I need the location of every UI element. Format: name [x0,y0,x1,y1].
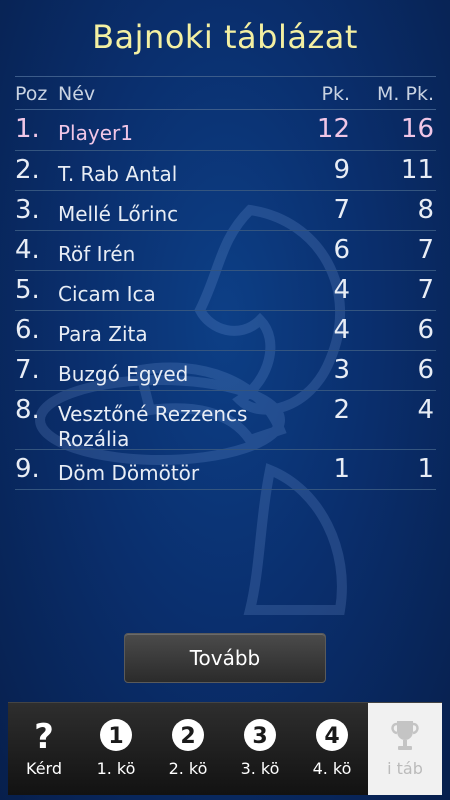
row-name: T. Rab Antal [58,162,178,186]
row-match-points: 1 [417,454,434,484]
table-row: 4. Röf Irén 6 7 [15,231,436,271]
row-points: 1 [333,454,350,484]
row-match-points: 11 [400,155,434,185]
row-position: 5. [15,275,40,305]
tab-round-4[interactable]: 4 4. kö [296,703,368,795]
table-row: 8. Vesztőné Rezzencs Rozália 2 4 [15,391,436,451]
round-1-icon: 1 [100,719,132,751]
row-points: 4 [333,275,350,305]
table-row: 2. T. Rab Antal 9 11 [15,151,436,191]
row-position: 3. [15,195,40,225]
row-position: 2. [15,155,40,185]
row-name: Cicam Ica [58,282,156,306]
row-match-points: 8 [417,195,434,225]
tab-questions[interactable]: ? Kérd [8,703,80,795]
round-4-icon: 4 [316,719,348,751]
header-match-points: M. Pk. [377,83,434,105]
trophy-icon [391,721,419,750]
tab-round-1[interactable]: 1 1. kö [80,703,152,795]
row-points: 3 [333,355,350,385]
question-icon: ? [34,717,54,753]
tab-round-2[interactable]: 2 2. kö [152,703,224,795]
header-position: Poz [15,83,48,105]
tab-standings[interactable]: i táb [368,703,442,795]
table-row: 5. Cicam Ica 4 7 [15,271,436,311]
row-points: 2 [333,395,350,425]
table-row: 6. Para Zita 4 6 [15,311,436,351]
row-name: Mellé Lőrinc [58,202,179,226]
svg-text:3: 3 [252,724,267,749]
row-match-points: 7 [417,235,434,265]
row-position: 7. [15,355,40,385]
svg-text:1: 1 [108,724,123,749]
row-points: 7 [333,195,350,225]
tab-label: Kérd [26,759,62,778]
row-position: 1. [15,114,40,144]
round-3-icon: 3 [244,719,276,751]
continue-button[interactable]: Tovább [124,633,326,683]
row-match-points: 6 [417,355,434,385]
svg-text:?: ? [34,717,54,753]
bottom-tab-bar: ? Kérd 1 1. kö 2 2. kö 3 3. kö 4 4. kö i… [8,702,442,795]
row-name: Vesztőné Rezzencs Rozália [58,402,248,451]
table-row: 3. Mellé Lőrinc 7 8 [15,191,436,231]
row-match-points: 7 [417,275,434,305]
row-name: Player1 [58,121,133,145]
tab-label: 2. kö [168,759,208,778]
row-match-points: 16 [400,114,434,144]
row-position: 8. [15,395,40,425]
row-name: Röf Irén [58,242,136,266]
tab-label: i táb [387,759,423,778]
row-name: Para Zita [58,322,148,346]
table-row: 1. Player1 12 16 [15,110,436,151]
round-2-icon: 2 [172,719,204,751]
svg-text:2: 2 [180,724,195,749]
row-points: 6 [333,235,350,265]
row-position: 6. [15,315,40,345]
tab-round-3[interactable]: 3 3. kö [224,703,296,795]
tab-label: 3. kö [240,759,280,778]
header-points: Pk. [321,83,351,105]
row-points: 12 [316,114,350,144]
tab-label: 4. kö [312,759,352,778]
standings-table: Poz Név Pk. M. Pk. 1. Player1 12 16 2. T… [15,76,436,490]
svg-text:4: 4 [324,724,339,749]
row-points: 9 [333,155,350,185]
row-name: Döm Dömötör [58,461,200,485]
row-points: 4 [333,315,350,345]
header-name: Név [58,83,96,105]
row-name: Buzgó Egyed [58,362,189,386]
table-header: Poz Név Pk. M. Pk. [15,76,436,110]
page-title: Bajnoki táblázat [92,18,358,56]
table-row: 7. Buzgó Egyed 3 6 [15,351,436,391]
row-position: 4. [15,235,40,265]
row-match-points: 6 [417,315,434,345]
row-match-points: 4 [417,395,434,425]
row-position: 9. [15,454,40,484]
tab-label: 1. kö [96,759,136,778]
table-row: 9. Döm Dömötör 1 1 [15,450,436,490]
